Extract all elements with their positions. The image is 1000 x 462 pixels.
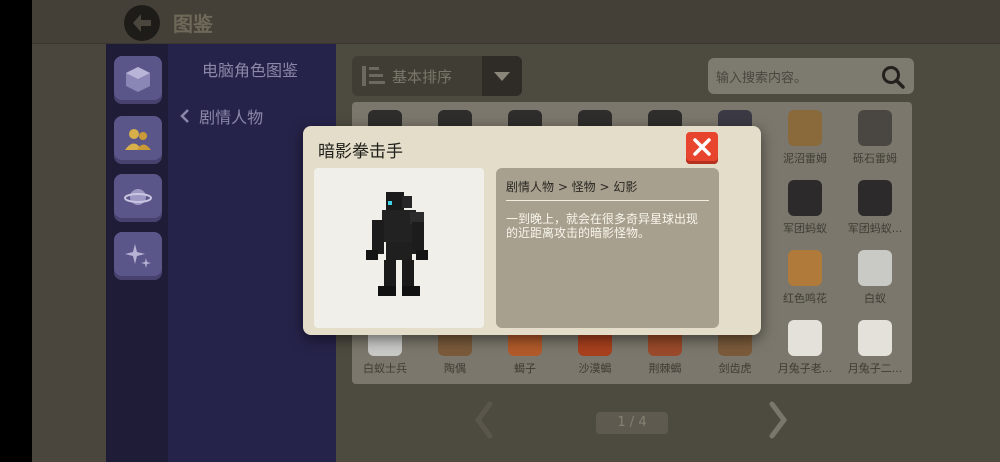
rail-button-blocks[interactable] — [114, 56, 162, 104]
modal-title: 暗影拳击手 — [318, 142, 403, 162]
prev-page-icon[interactable] — [472, 400, 496, 440]
breadcrumb: 剧情人物 > 怪物 > 幻影 — [506, 180, 638, 194]
sort-label: 基本排序 — [392, 68, 453, 86]
grid-cell[interactable]: 红色鸣花 — [772, 244, 838, 310]
grid-cell[interactable]: 砾石雷姆 — [842, 104, 908, 170]
detail-info-panel: 剧情人物 > 怪物 > 幻影 一到晚上，就会在很多奇异星球出现的近距离攻击的暗影… — [496, 168, 719, 328]
character-thumbnail — [788, 110, 822, 146]
character-thumbnail — [858, 110, 892, 146]
rail-button-effects[interactable] — [114, 232, 162, 280]
close-icon — [693, 138, 711, 156]
category-rail — [106, 44, 168, 462]
rail-button-planets[interactable] — [114, 174, 162, 222]
category-item[interactable]: 剧情人物 — [180, 104, 263, 128]
sort-dropdown[interactable]: 基本排序 — [352, 56, 522, 96]
character-name: 月兔子老... — [777, 362, 833, 375]
character-name: 荆棘蝎 — [648, 362, 682, 375]
character-name: 白蚁士兵 — [363, 362, 407, 375]
character-portrait — [314, 168, 484, 328]
bestiary-screen: 图鉴 电脑角色图鉴 剧情人物 基本排序 输入搜索内容。 泥沼雷姆 砾石雷姆 军团… — [32, 0, 1000, 462]
divider — [506, 200, 709, 201]
next-page-icon[interactable] — [766, 400, 790, 440]
character-detail-modal: 暗影拳击手 剧情人物 > 怪物 > 幻影 一到晚上，就会在很多奇异星球出现的近距… — [303, 126, 761, 335]
character-name: 白蚁 — [864, 292, 886, 305]
character-name: 剑齿虎 — [718, 362, 752, 375]
character-thumbnail — [788, 320, 822, 356]
top-bar: 图鉴 — [32, 0, 1000, 44]
grid-cell[interactable]: 白蚁 — [842, 244, 908, 310]
dropdown-arrow[interactable] — [482, 56, 522, 96]
screen-edge — [0, 0, 32, 462]
search-input[interactable]: 输入搜索内容。 — [716, 67, 807, 86]
character-name: 军团蚂蚁 — [783, 222, 827, 235]
back-button[interactable] — [124, 5, 160, 41]
category-heading: 电脑角色图鉴 — [202, 61, 299, 80]
rail-button-characters[interactable] — [114, 116, 162, 164]
users-icon — [125, 129, 151, 150]
shadow-boxer-figure — [366, 192, 428, 296]
search-box[interactable]: 输入搜索内容。 — [708, 58, 914, 94]
character-name: 蝎子 — [514, 362, 536, 375]
character-name: 月兔子二... — [847, 362, 903, 375]
character-name: 沙漠蝎 — [578, 362, 612, 375]
grid-cell[interactable]: 军团蚂蚁... — [842, 174, 908, 240]
character-name: 砾石雷姆 — [853, 152, 897, 165]
grid-cell[interactable]: 军团蚂蚁 — [772, 174, 838, 240]
planet-icon — [124, 189, 152, 205]
character-thumbnail — [858, 320, 892, 356]
character-name: 红色鸣花 — [783, 292, 827, 305]
chevron-left-icon — [180, 108, 194, 127]
character-thumbnail — [858, 180, 892, 216]
cube-icon — [126, 67, 150, 92]
character-thumbnail — [788, 180, 822, 216]
character-description: 一到晚上，就会在很多奇异星球出现的近距离攻击的暗影怪物。 — [506, 212, 699, 240]
character-name: 军团蚂蚁... — [847, 222, 903, 235]
grid-cell[interactable]: 泥沼雷姆 — [772, 104, 838, 170]
close-button[interactable] — [686, 132, 718, 164]
chevron-down-icon — [494, 72, 510, 81]
back-arrow-icon — [133, 14, 151, 32]
grid-cell[interactable]: 月兔子二... — [842, 314, 908, 380]
character-name: 泥沼雷姆 — [783, 152, 827, 165]
page-indicator: 1 / 4 — [596, 412, 668, 434]
sort-icon — [362, 66, 385, 86]
grid-cell[interactable]: 月兔子老... — [772, 314, 838, 380]
page-title: 图鉴 — [173, 12, 213, 36]
category-item-label: 剧情人物 — [199, 108, 264, 127]
character-name: 陶偶 — [444, 362, 466, 375]
sparkle-icon — [125, 244, 151, 268]
character-thumbnail — [858, 250, 892, 286]
search-icon[interactable] — [880, 64, 906, 90]
character-thumbnail — [788, 250, 822, 286]
